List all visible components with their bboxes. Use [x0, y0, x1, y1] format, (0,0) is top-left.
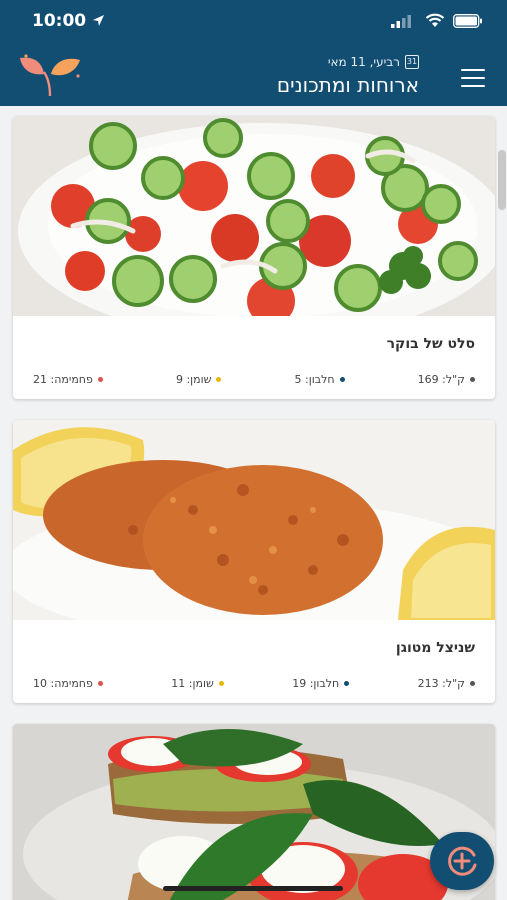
nutrition-calories: ק"ל: 213 — [418, 676, 475, 690]
nutrition-calories: ק"ל: 169 — [418, 372, 475, 386]
recipe-title: סלט של בוקר — [386, 336, 475, 352]
nutrition-fat: שומן: 11 — [171, 676, 224, 690]
wifi-icon — [425, 13, 445, 27]
nutrition-fat: שומן: 9 — [176, 372, 222, 386]
add-icon — [448, 846, 477, 876]
scrollbar[interactable] — [498, 150, 506, 210]
date-text: רביעי, 11 מאי — [327, 55, 400, 69]
nutrition-row: ק"ל: 213 חלבון: 19 שומן: 11 פחמימה: 10 — [33, 676, 475, 690]
hamburger-menu-icon[interactable] — [461, 69, 485, 87]
app-logo-icon — [20, 54, 80, 97]
recipe-card[interactable] — [13, 724, 495, 900]
recipe-list[interactable]: סלט של בוקר ק"ל: 169 חלבון: 5 שומן: 9 פח… — [0, 106, 507, 900]
recipe-card[interactable]: שניצל מטוגן ק"ל: 213 חלבון: 19 שומן: 11 … — [13, 420, 495, 703]
app-header: 10:00 31 רביעי, 11 מאי ארוחות ומתכונים — [0, 0, 507, 106]
nutrition-protein: חלבון: 19 — [292, 676, 350, 690]
clock: 10:00 — [32, 11, 87, 31]
location-arrow-icon — [93, 15, 104, 26]
recipe-image-salad — [13, 116, 495, 316]
recipe-title: שניצל מטוגן — [395, 640, 475, 656]
nutrition-carbs: פחמימה: 10 — [33, 676, 103, 690]
battery-icon — [453, 14, 482, 28]
status-bar: 10:00 — [0, 0, 507, 44]
recipe-image-caprese-toast — [13, 724, 495, 900]
home-indicator[interactable] — [163, 886, 343, 891]
page-title: ארוחות ומתכונים — [276, 73, 419, 97]
recipe-image-schnitzel — [13, 420, 495, 620]
current-date: 31 רביעי, 11 מאי — [328, 55, 419, 69]
nutrition-protein: חלבון: 5 — [295, 372, 345, 386]
nutrition-carbs: פחמימה: 21 — [33, 372, 103, 386]
recipe-card[interactable]: סלט של בוקר ק"ל: 169 חלבון: 5 שומן: 9 פח… — [13, 116, 495, 399]
nutrition-row: ק"ל: 169 חלבון: 5 שומן: 9 פחמימה: 21 — [33, 372, 475, 386]
add-recipe-button[interactable] — [430, 832, 494, 890]
cellular-signal-icon — [391, 15, 411, 28]
calendar-icon: 31 — [405, 55, 419, 69]
